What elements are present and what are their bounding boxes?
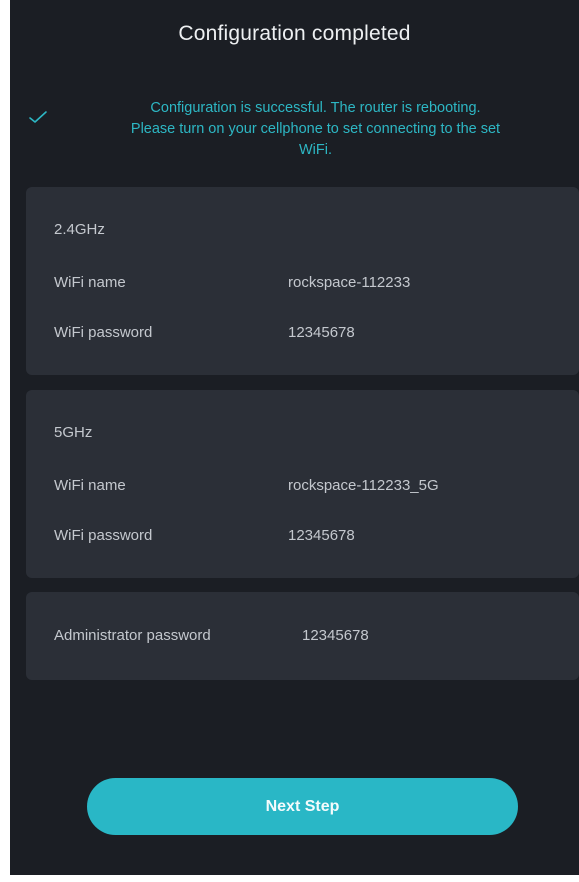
status-message: Configuration is successful. The router … xyxy=(24,98,579,178)
next-step-button[interactable]: Next Step xyxy=(87,778,518,835)
status-line-3: WiFi. xyxy=(298,142,332,158)
wifi-name-label: WiFi name xyxy=(54,274,126,291)
admin-card: Administrator password 12345678 xyxy=(26,592,579,680)
status-text: Configuration is successful. The router … xyxy=(44,98,579,161)
wifi-password-value: 12345678 xyxy=(288,527,355,544)
band-24ghz-card: 2.4GHz WiFi name rockspace-112233 WiFi p… xyxy=(26,187,579,375)
screen: Configuration completed Configuration is… xyxy=(10,0,579,875)
wifi-password-label: WiFi password xyxy=(54,527,153,544)
band-5ghz-label: 5GHz xyxy=(54,424,93,441)
page-title: Configuration completed xyxy=(178,22,411,45)
admin-password-value: 12345678 xyxy=(302,627,369,644)
status-line-1: Configuration is successful. The router … xyxy=(150,100,481,116)
wifi-name-label: WiFi name xyxy=(54,477,126,494)
admin-password-label: Administrator password xyxy=(54,627,211,644)
band-5ghz-card: 5GHz WiFi name rockspace-112233_5G WiFi … xyxy=(26,390,579,578)
wifi-name-value: rockspace-112233 xyxy=(288,274,411,291)
status-line-2: Please turn on your cellphone to set con… xyxy=(130,121,501,137)
wifi-password-label: WiFi password xyxy=(54,324,153,341)
band-24ghz-label: 2.4GHz xyxy=(54,221,105,238)
wifi-password-value: 12345678 xyxy=(288,324,355,341)
wifi-name-value: rockspace-112233_5G xyxy=(288,477,439,494)
